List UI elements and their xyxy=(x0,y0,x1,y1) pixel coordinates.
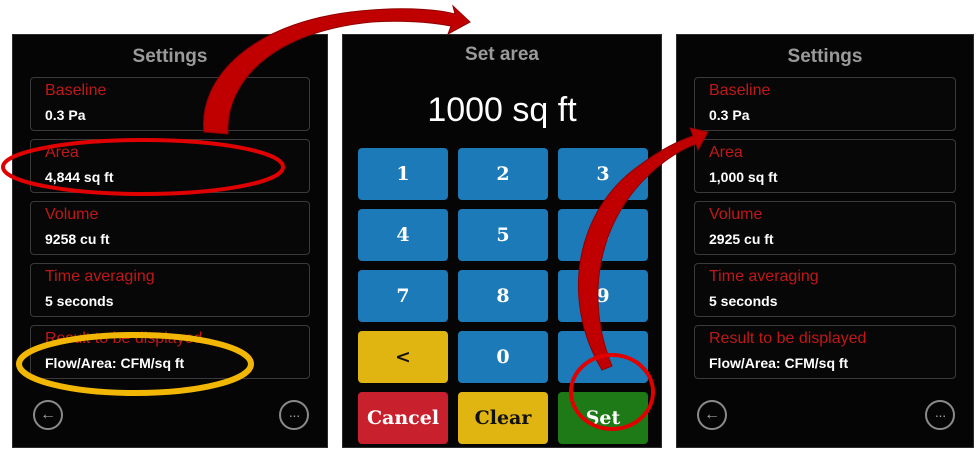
setting-value: Flow/Area: CFM/sq ft xyxy=(709,355,849,371)
key-9[interactable]: 9 xyxy=(558,270,648,322)
settings-panel-before: Settings Baseline 0.3 Pa Area 4,844 sq f… xyxy=(12,34,328,448)
settings-panel-after: Settings Baseline 0.3 Pa Area 1,000 sq f… xyxy=(676,34,974,448)
setting-time-averaging[interactable]: Time averaging 5 seconds xyxy=(694,263,956,317)
setting-label: Time averaging xyxy=(709,268,819,285)
cancel-button[interactable]: Cancel xyxy=(358,392,448,444)
setting-label: Volume xyxy=(709,206,763,223)
key-0[interactable]: 0 xyxy=(458,331,548,383)
key-4[interactable]: 4 xyxy=(358,209,448,261)
setting-volume[interactable]: Volume 2925 cu ft xyxy=(694,201,956,255)
clear-button[interactable]: Clear xyxy=(458,392,548,444)
setting-value: Flow/Area: CFM/sq ft xyxy=(45,355,185,371)
setting-label: Area xyxy=(45,144,79,161)
key-7[interactable]: 7 xyxy=(358,270,448,322)
back-arrow-icon[interactable]: ← xyxy=(697,400,727,430)
key-6[interactable]: 6 xyxy=(558,209,648,261)
more-options-icon[interactable]: ··· xyxy=(279,400,309,430)
setting-label: Result to be displayed xyxy=(709,330,867,347)
numeric-keypad: 1 2 3 4 5 6 7 8 9 < 0 Cancel Clear Set xyxy=(358,148,648,444)
key-1[interactable]: 1 xyxy=(358,148,448,200)
back-arrow-icon[interactable]: ← xyxy=(33,400,63,430)
setting-label: Area xyxy=(709,144,743,161)
setting-value: 9258 cu ft xyxy=(45,231,110,247)
setting-label: Volume xyxy=(45,206,99,223)
key-5[interactable]: 5 xyxy=(458,209,548,261)
setting-value: 1,000 sq ft xyxy=(709,169,778,185)
page-title: Settings xyxy=(132,46,208,67)
set-button[interactable]: Set xyxy=(558,392,648,444)
key-3[interactable]: 3 xyxy=(558,148,648,200)
key-blank[interactable] xyxy=(558,331,648,383)
setting-value: 5 seconds xyxy=(709,293,778,309)
setting-area[interactable]: Area 1,000 sq ft xyxy=(694,139,956,193)
setting-label: Baseline xyxy=(45,82,107,99)
page-title: Settings xyxy=(787,46,863,67)
setting-result-displayed[interactable]: Result to be displayed Flow/Area: CFM/sq… xyxy=(30,325,310,379)
setting-value: 5 seconds xyxy=(45,293,114,309)
setting-label: Time averaging xyxy=(45,268,155,285)
set-area-panel: Set area 1000 sq ft 1 2 3 4 5 6 7 8 9 < … xyxy=(342,34,662,448)
setting-result-displayed[interactable]: Result to be displayed Flow/Area: CFM/sq… xyxy=(694,325,956,379)
more-options-icon[interactable]: ··· xyxy=(925,400,955,430)
key-2[interactable]: 2 xyxy=(458,148,548,200)
area-display-value: 1000 sq ft xyxy=(427,91,577,129)
setting-baseline[interactable]: Baseline 0.3 Pa xyxy=(694,77,956,131)
setting-volume[interactable]: Volume 9258 cu ft xyxy=(30,201,310,255)
setting-time-averaging[interactable]: Time averaging 5 seconds xyxy=(30,263,310,317)
setting-area[interactable]: Area 4,844 sq ft xyxy=(30,139,310,193)
setting-baseline[interactable]: Baseline 0.3 Pa xyxy=(30,77,310,131)
setting-value: 4,844 sq ft xyxy=(45,169,114,185)
page-title: Set area xyxy=(465,44,539,65)
setting-label: Baseline xyxy=(709,82,771,99)
setting-value: 0.3 Pa xyxy=(45,107,86,123)
setting-label: Result to be displayed xyxy=(45,330,203,347)
backspace-button[interactable]: < xyxy=(358,331,448,383)
setting-value: 2925 cu ft xyxy=(709,231,774,247)
setting-value: 0.3 Pa xyxy=(709,107,750,123)
key-8[interactable]: 8 xyxy=(458,270,548,322)
